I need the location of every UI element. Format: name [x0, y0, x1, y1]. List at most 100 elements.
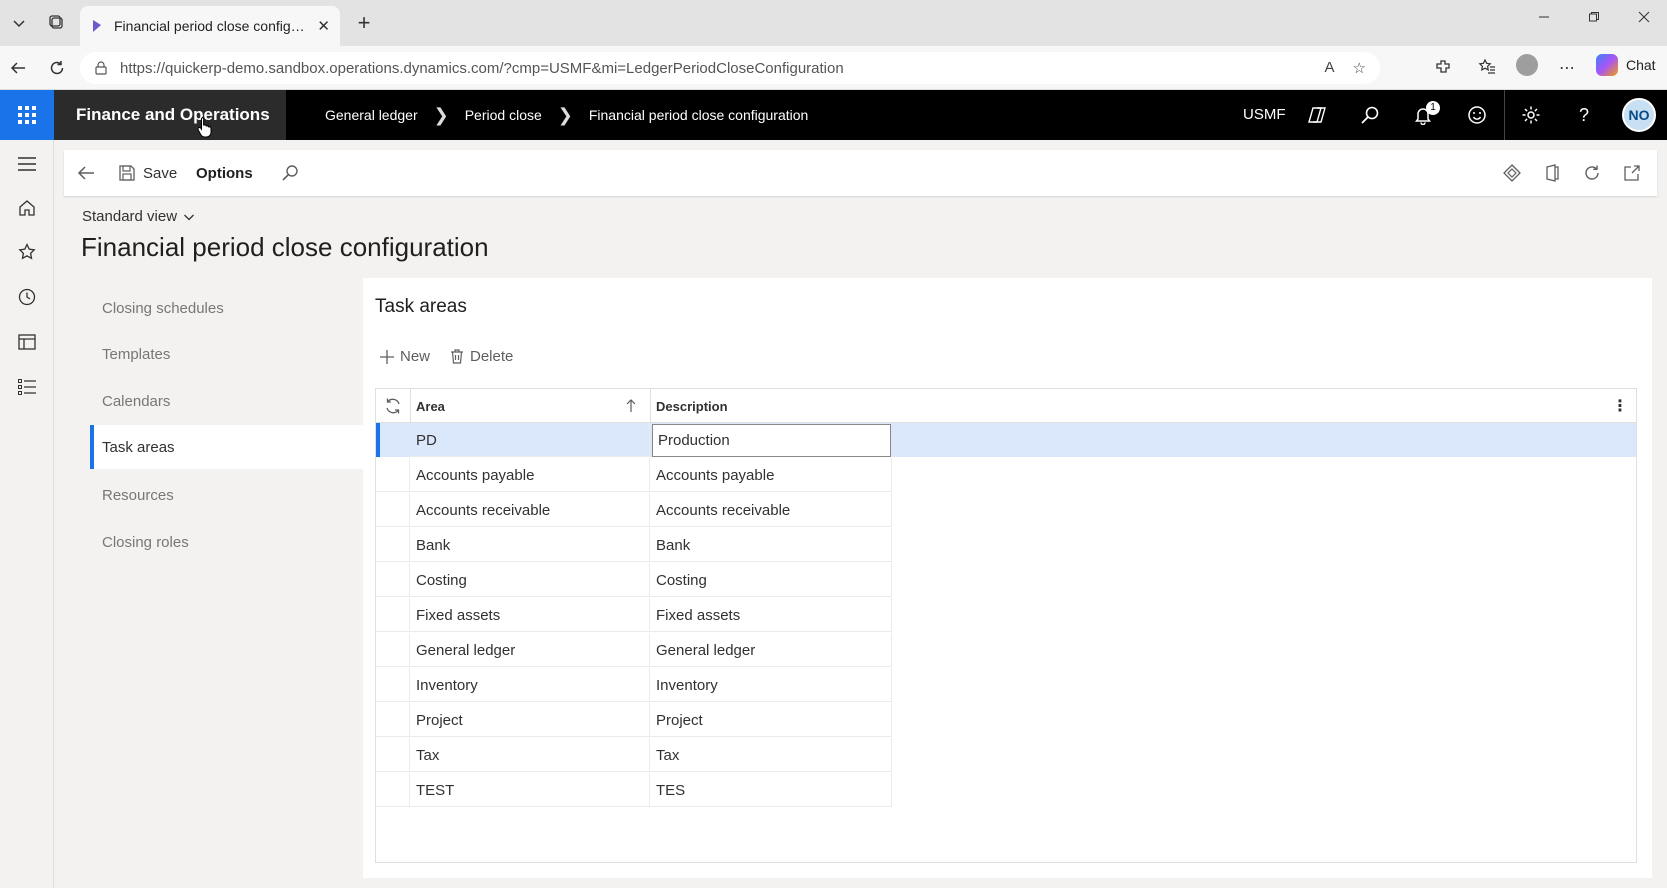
cell-area[interactable]: Costing: [416, 563, 467, 597]
vnav-calendars[interactable]: Calendars: [90, 379, 363, 423]
cell-description[interactable]: Fixed assets: [656, 598, 740, 632]
cell-area[interactable]: Inventory: [416, 668, 478, 702]
row-select-cell[interactable]: [376, 738, 410, 772]
power-apps-diamond-icon[interactable]: [1500, 161, 1524, 185]
copilot-app-icon[interactable]: [1305, 103, 1329, 127]
restore-icon[interactable]: [1574, 10, 1614, 26]
row-select-cell[interactable]: [376, 493, 410, 527]
table-row[interactable]: Accounts receivable Accounts receivable: [376, 493, 1636, 527]
breadcrumb-general-ledger[interactable]: General ledger: [325, 107, 418, 123]
minimize-icon[interactable]: [1524, 10, 1564, 26]
cell-description[interactable]: Accounts receivable: [656, 493, 790, 527]
modules-list-icon[interactable]: [15, 375, 39, 399]
cell-area[interactable]: PD: [416, 423, 437, 457]
breadcrumb-period-close[interactable]: Period close: [465, 107, 542, 123]
table-row[interactable]: TEST TES: [376, 773, 1636, 807]
cell-description[interactable]: Inventory: [656, 668, 718, 702]
browser-tab-active[interactable]: Financial period close configuration ✕: [80, 6, 340, 46]
cell-description[interactable]: Accounts payable: [656, 458, 774, 492]
user-avatar[interactable]: NO: [1622, 98, 1656, 132]
delete-button[interactable]: Delete: [450, 348, 513, 365]
vnav-closing-roles[interactable]: Closing roles: [90, 520, 363, 564]
workspaces-icon[interactable]: [15, 330, 39, 354]
vnav-closing-schedules[interactable]: Closing schedules: [90, 286, 363, 330]
cell-area[interactable]: General ledger: [416, 633, 515, 667]
refresh-icon[interactable]: [1580, 161, 1604, 185]
table-row[interactable]: General ledger General ledger: [376, 633, 1636, 667]
row-select-cell[interactable]: [376, 528, 410, 562]
read-aloud-icon[interactable]: A: [1325, 59, 1335, 77]
cell-area[interactable]: Bank: [416, 528, 450, 562]
address-bar[interactable]: https://quickerp-demo.sandbox.operations…: [80, 52, 1380, 84]
table-row[interactable]: Costing Costing: [376, 563, 1636, 597]
browser-back-icon[interactable]: [6, 56, 30, 80]
sort-ascending-icon[interactable]: [626, 389, 642, 423]
vnav-task-areas[interactable]: Task areas: [90, 425, 363, 469]
table-row[interactable]: Bank Bank: [376, 528, 1636, 562]
cell-area[interactable]: Accounts payable: [416, 458, 534, 492]
row-select-cell[interactable]: [376, 458, 410, 492]
new-button[interactable]: New: [380, 348, 430, 365]
grid-refresh-icon[interactable]: [384, 389, 404, 423]
more-options-icon[interactable]: ⋯: [1556, 58, 1578, 80]
cell-area[interactable]: TEST: [416, 773, 454, 807]
row-select-cell[interactable]: [376, 598, 410, 632]
feedback-smiley-icon[interactable]: [1465, 103, 1489, 127]
column-header-description[interactable]: Description: [656, 389, 956, 423]
row-select-cell[interactable]: [376, 633, 410, 667]
browser-profile-avatar[interactable]: [1516, 54, 1538, 76]
table-row[interactable]: Project Project: [376, 703, 1636, 737]
table-row[interactable]: Inventory Inventory: [376, 668, 1636, 702]
collections-icon[interactable]: [42, 9, 72, 37]
vnav-resources[interactable]: Resources: [90, 473, 363, 517]
view-selector[interactable]: Standard view: [82, 208, 195, 225]
cell-area[interactable]: Accounts receivable: [416, 493, 550, 527]
breadcrumb-current-page[interactable]: Financial period close configuration: [589, 107, 808, 123]
row-select-cell[interactable]: [376, 703, 410, 737]
favorites-star-icon[interactable]: [15, 240, 39, 264]
table-row[interactable]: Accounts payable Accounts payable: [376, 458, 1636, 492]
row-select-cell[interactable]: [376, 668, 410, 702]
cell-area[interactable]: Tax: [416, 738, 439, 772]
cell-description[interactable]: TES: [656, 773, 685, 807]
favorites-icon[interactable]: [1476, 58, 1498, 80]
cell-description[interactable]: Bank: [656, 528, 690, 562]
extensions-icon[interactable]: [1432, 58, 1454, 80]
cell-description[interactable]: Tax: [656, 738, 679, 772]
back-arrow-icon[interactable]: [74, 161, 98, 185]
table-row[interactable]: Fixed assets Fixed assets: [376, 598, 1636, 632]
settings-gear-icon[interactable]: [1519, 103, 1543, 127]
table-row[interactable]: Tax Tax: [376, 738, 1636, 772]
app-launcher-waffle-icon[interactable]: [0, 90, 54, 140]
tab-list-chevron-icon[interactable]: [4, 9, 34, 37]
app-name[interactable]: Finance and Operations: [54, 90, 286, 140]
cell-description[interactable]: General ledger: [656, 633, 755, 667]
recent-clock-icon[interactable]: [15, 285, 39, 309]
close-window-icon[interactable]: [1624, 10, 1664, 26]
column-more-options-icon[interactable]: ⋮: [1612, 389, 1628, 423]
save-button[interactable]: Save: [119, 150, 177, 196]
cell-description[interactable]: Project: [656, 703, 703, 737]
help-question-icon[interactable]: ?: [1572, 103, 1596, 127]
site-info-icon[interactable]: [94, 61, 108, 75]
search-icon[interactable]: [1358, 103, 1382, 127]
table-row[interactable]: PD Production: [376, 423, 1636, 457]
office-icon[interactable]: [1540, 161, 1564, 185]
options-tab[interactable]: Options: [196, 150, 253, 196]
cell-area[interactable]: Project: [416, 703, 463, 737]
cell-description[interactable]: Costing: [656, 563, 707, 597]
row-select-cell[interactable]: [376, 563, 410, 597]
new-tab-button[interactable]: +: [352, 11, 376, 35]
company-picker[interactable]: USMF: [1243, 106, 1286, 123]
hamburger-menu-icon[interactable]: [15, 152, 39, 176]
vnav-templates[interactable]: Templates: [90, 332, 363, 376]
tab-close-icon[interactable]: ✕: [317, 17, 330, 35]
open-new-window-icon[interactable]: [1620, 161, 1644, 185]
action-search-icon[interactable]: [278, 161, 302, 185]
cell-area[interactable]: Fixed assets: [416, 598, 500, 632]
row-select-cell[interactable]: [376, 773, 410, 807]
column-header-area[interactable]: Area: [416, 389, 646, 423]
favorite-star-icon[interactable]: ☆: [1353, 59, 1366, 77]
cell-description-editor[interactable]: Production: [652, 424, 891, 457]
browser-refresh-icon[interactable]: [45, 56, 69, 80]
